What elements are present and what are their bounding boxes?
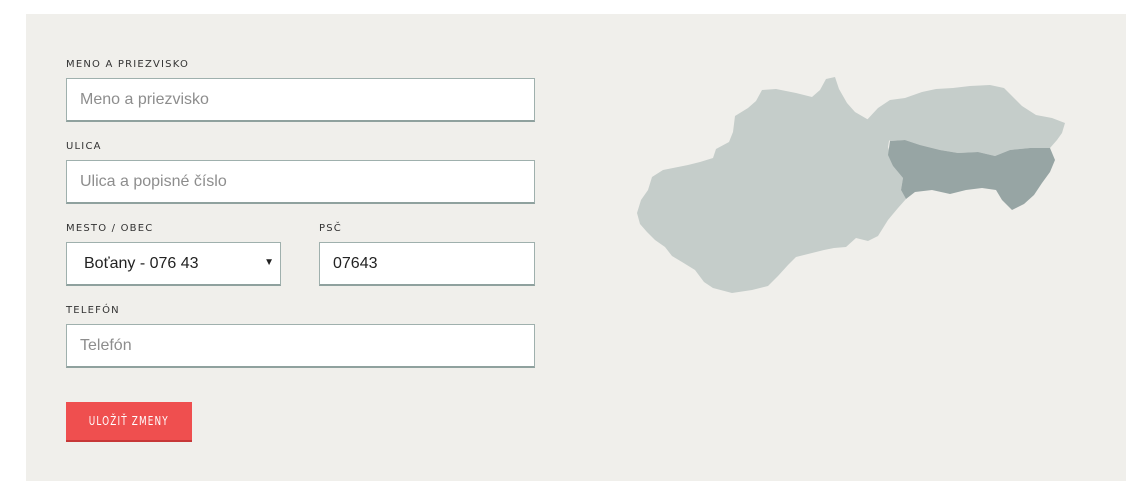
street-input[interactable] [66,160,535,204]
map-region-west[interactable] [637,77,906,293]
name-label: MENO A PRIEZVISKO [66,59,190,70]
street-label: ULICA [66,141,102,152]
psc-input[interactable] [319,242,535,286]
name-input[interactable] [66,78,535,122]
phone-label: TELEFÓN [66,305,120,316]
phone-input[interactable] [66,324,535,368]
psc-label: PSČ [319,223,342,234]
slovakia-region-map [637,77,1065,293]
save-changes-button[interactable]: ULOŽIŤ ZMENY [66,402,192,442]
city-select[interactable]: Boťany - 076 43 ▼ [66,242,281,286]
save-changes-label: ULOŽIŤ ZMENY [88,414,169,428]
caret-down-icon: ▼ [264,257,274,268]
city-label: MESTO / OBEC [66,223,154,234]
city-select-value: Boťany - 076 43 [84,255,199,272]
